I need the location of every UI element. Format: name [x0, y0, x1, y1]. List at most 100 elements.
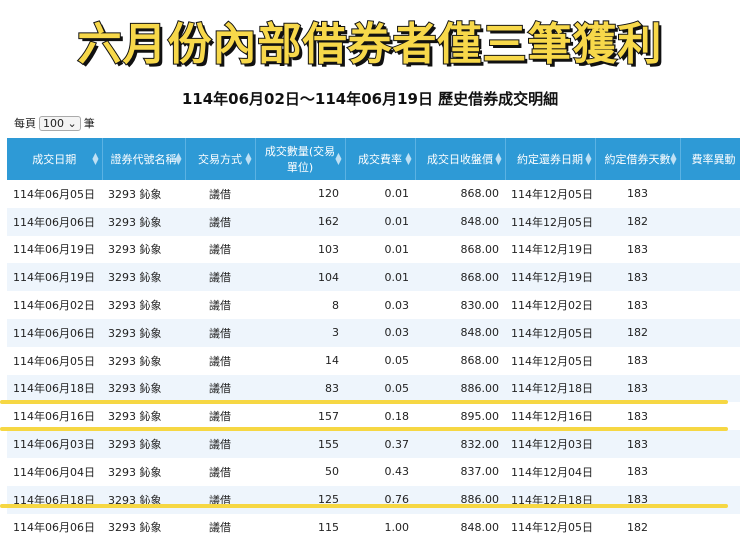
table-cell: 114年12月04日 — [511, 465, 593, 479]
table-cell: 114年12月02日 — [511, 299, 593, 313]
sort-icon[interactable]: ▲ ▼ — [670, 152, 676, 166]
column-header[interactable]: 費率異動 — [680, 138, 740, 180]
table-cell: 3293 鈊象 — [108, 410, 162, 424]
table-cell — [680, 430, 740, 458]
table-cell: 183 — [627, 409, 648, 423]
page-size-control: 每頁 100 ⌄ 筆 — [14, 115, 95, 131]
table-cell: 114年06月19日 — [7, 263, 102, 292]
table-cell: 114年06月04日 — [13, 465, 95, 479]
table-cell: 886.00 — [415, 485, 505, 514]
table-cell: 183 — [595, 485, 680, 514]
table-cell: 162 — [255, 207, 345, 236]
table-cell: 114年06月18日 — [7, 485, 102, 514]
sort-icon[interactable]: ▲ ▼ — [495, 152, 501, 166]
table-cell: 848.00 — [415, 207, 505, 236]
table-cell: 104 — [255, 263, 345, 292]
table-row: 114年06月06日 3293 鈊象 議借 3 0.03 848.00 114年12月05日… — [7, 318, 740, 347]
table-cell: 114年06月19日 — [13, 243, 95, 257]
table-cell: 議借 — [209, 354, 231, 368]
table-cell: 895.00 — [460, 409, 500, 423]
table-cell: 182 — [627, 520, 648, 534]
table-cell: 832.00 — [415, 430, 505, 458]
table-cell: 848.00 — [415, 318, 505, 347]
sort-icon[interactable]: ▲ ▼ — [92, 152, 98, 166]
perpage-suffix: 筆 — [83, 117, 95, 130]
table-cell: 0.01 — [345, 207, 415, 236]
table-cell: 120 — [318, 187, 339, 201]
table-cell: 114年06月18日 — [7, 374, 102, 403]
page-title: 114年06月02日～114年06月19日 歷史借券成交明細 — [181, 90, 559, 108]
table-row: 114年06月03日 3293 鈊象 議借 155 0.37 832.00 114年12月0… — [7, 430, 740, 458]
sort-icon[interactable]: ▲ ▼ — [405, 152, 411, 166]
column-header[interactable]: 成交數量(交易單位) ▲ ▼ — [255, 138, 346, 180]
table-cell: 3293 鈊象 — [108, 521, 162, 535]
table-cell: 830.00 — [460, 298, 500, 312]
sort-icon[interactable]: ▲ ▼ — [585, 152, 591, 166]
table-cell: 0.05 — [345, 374, 415, 403]
table-cell: 114年12月05日 — [511, 521, 593, 535]
table-cell: 182 — [595, 207, 680, 236]
table-row: 114年06月02日 3293 鈊象 議借 8 0.03 830.00 114年12月02日… — [7, 291, 740, 319]
table-cell: 0.03 — [345, 318, 415, 347]
column-header[interactable]: 成交日收盤價 ▲ ▼ — [415, 138, 506, 180]
lending-table: 成交日期 ▲ ▼ 證券代號名稱 ▲ ▼ 交易方式 ▲ ▼ 成交數量(交易單位) ▲ ▼ 成交費率 ▲ ▼ 成交… — [7, 138, 740, 541]
column-header[interactable]: 證券代號名稱 ▲ ▼ — [102, 138, 186, 180]
table-cell: 114年12月05日 — [511, 354, 593, 368]
table-cell: 議借 — [209, 465, 231, 479]
table-cell: 3293 鈊象 — [108, 299, 162, 313]
table-cell — [680, 402, 740, 430]
table-cell: 議借 — [185, 318, 255, 347]
table-row: 114年06月18日 3293 鈊象 議借 125 0.76 886.00 114年12月1… — [7, 485, 740, 514]
table-cell — [680, 514, 740, 542]
highlight-line — [0, 427, 728, 431]
table-cell: 3293 鈊象 — [102, 430, 185, 458]
sort-icon[interactable]: ▲ ▼ — [175, 152, 181, 166]
banner-title: 六月份內部借券者僅三筆獲利 — [77, 18, 663, 71]
table-row: 114年06月19日 3293 鈊象 議借 103 0.01 868.00 114年12月1… — [7, 236, 740, 264]
table-cell: 3293 鈊象 — [102, 207, 185, 236]
table-cell: 114年12月05日 — [505, 318, 595, 347]
table-cell — [680, 263, 740, 292]
table-cell: 114年06月05日 — [13, 187, 95, 201]
table-cell: 125 — [255, 485, 345, 514]
table-cell: 114年12月19日 — [511, 243, 593, 257]
column-header[interactable]: 交易方式 ▲ ▼ — [185, 138, 256, 180]
table-cell: 0.01 — [384, 187, 410, 201]
table-row: 114年06月06日 3293 鈊象 議借 162 0.01 848.00 114年12月0… — [7, 207, 740, 236]
table-cell: 115 — [318, 520, 339, 534]
table-cell: 114年06月02日 — [13, 299, 95, 313]
table-cell: 114年06月03日 — [7, 430, 102, 458]
page-size-select[interactable]: 100 ⌄ — [39, 115, 81, 131]
table-row: 114年06月05日 3293 鈊象 議借 14 0.05 868.00 114年12月05… — [7, 347, 740, 375]
sort-icon[interactable]: ▲ ▼ — [245, 152, 251, 166]
table-cell: 114年12月05日 — [505, 207, 595, 236]
table-cell: 114年06月06日 — [13, 521, 95, 535]
table-row: 114年06月04日 3293 鈊象 議借 50 0.43 837.00 114年12月04… — [7, 458, 740, 486]
sort-icon[interactable]: ▲ ▼ — [335, 152, 341, 166]
table-cell: 183 — [627, 465, 648, 479]
column-header[interactable]: 成交日期 ▲ ▼ — [7, 138, 103, 180]
table-cell — [680, 374, 740, 403]
column-header-label: 證券代號名稱 — [110, 153, 177, 166]
column-header-label: 約定還券日期 — [517, 153, 583, 166]
highlight-line — [0, 400, 728, 404]
table-cell: 886.00 — [415, 374, 505, 403]
table-cell: 837.00 — [460, 465, 500, 479]
column-header[interactable]: 成交費率 ▲ ▼ — [345, 138, 416, 180]
table-cell: 114年06月06日 — [7, 318, 102, 347]
table-cell: 0.76 — [345, 485, 415, 514]
table-cell: 0.01 — [345, 263, 415, 292]
table-cell: 183 — [595, 430, 680, 458]
column-header-label: 成交日收盤價 — [427, 153, 493, 166]
table-cell: 114年12月18日 — [505, 374, 595, 403]
table-cell: 83 — [255, 374, 345, 403]
table-cell: 114年12月03日 — [505, 430, 595, 458]
column-header[interactable]: 約定借券天數 ▲ ▼ — [595, 138, 681, 180]
table-cell: 114年12月18日 — [505, 485, 595, 514]
table-cell — [680, 318, 740, 347]
table-cell: 114年12月05日 — [511, 187, 593, 201]
table-cell: 0.03 — [384, 298, 410, 312]
table-cell: 議借 — [209, 410, 231, 424]
table-cell: 848.00 — [460, 520, 500, 534]
column-header[interactable]: 約定還券日期 ▲ ▼ — [505, 138, 596, 180]
